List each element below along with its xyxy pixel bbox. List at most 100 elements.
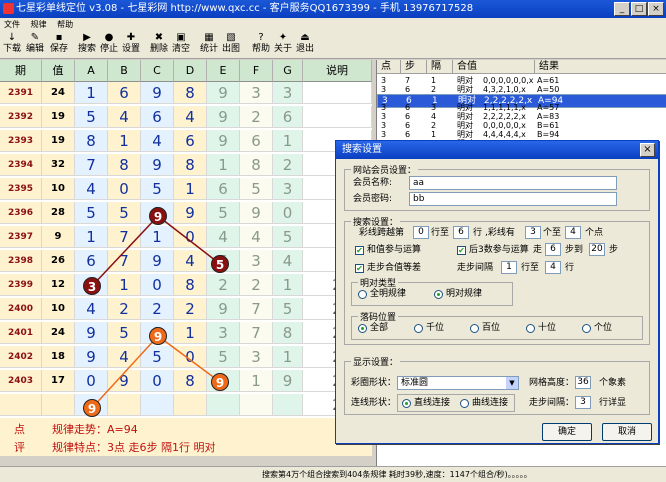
result-row[interactable]: 3 7 1 明对 0,0,0,0,0,0,x A=61 — [377, 76, 666, 85]
point-from-spin[interactable]: 3 — [525, 226, 541, 239]
pattern-summary: 点 规律走势：A=94 评 规律特点：3点 走6步 隔1行 明对 — [0, 418, 372, 456]
step-interval-spin[interactable]: 3 — [575, 396, 591, 409]
trend-label: 点 — [14, 423, 25, 436]
save-icon: ▪ — [55, 32, 63, 43]
exit-button[interactable]: ⏏ 退出 — [294, 32, 316, 58]
minimize-button[interactable]: _ — [614, 2, 630, 16]
result-row[interactable]: 3 6 3 明对 1,1,1,1,1,x A=57 — [377, 103, 666, 112]
delete-button[interactable]: ✖ 删除 — [148, 32, 170, 58]
chevron-down-icon: ▼ — [506, 377, 518, 389]
dialog-close-button[interactable]: × — [640, 143, 655, 157]
pos-hundred-radio[interactable] — [470, 324, 479, 333]
download-button[interactable]: ↓ 下载 — [2, 32, 22, 58]
result-step: 6 — [405, 130, 411, 139]
equal-diff-checkbox[interactable]: ✔ — [355, 264, 364, 273]
result-row[interactable]: 3 6 2 明对 4,3,2,1,0,x A=50 — [377, 85, 666, 94]
cancel-button[interactable]: 取消 — [602, 423, 652, 441]
interval-from-spin[interactable]: 1 — [501, 261, 517, 274]
result-value: A=61 — [537, 76, 560, 85]
result-type: 明对 — [457, 121, 473, 130]
menu-bar: 文件 规律 帮助 — [0, 18, 666, 31]
search-group: 搜索设置： 彩线跨越第 0 行至 6 行 ,彩线有 3 个至 4 个点 ✔ 和值… — [344, 215, 650, 345]
pos-thousand-radio[interactable] — [414, 324, 423, 333]
result-step: 6 — [405, 85, 411, 94]
position-group: 落码位置 全部 千位 百位 十位 个位 — [351, 310, 643, 340]
result-gap: 1 — [431, 130, 437, 139]
result-type: 明对 — [457, 103, 473, 112]
trend-text: 规律走势：A=94 — [52, 423, 138, 436]
result-sum: 1,1,1,1,1,x — [483, 103, 526, 112]
grid-height-spin[interactable]: 36 — [575, 376, 591, 389]
result-type: 明对 — [457, 112, 473, 121]
col-gap[interactable]: 隔 — [427, 60, 453, 74]
stop-button[interactable]: ● 停止 — [98, 32, 120, 58]
result-point: 3 — [381, 130, 387, 139]
result-sum: 4,3,2,1,0,x — [483, 85, 526, 94]
maximize-button[interactable]: □ — [631, 2, 647, 16]
delete-icon: ✖ — [154, 32, 164, 43]
result-sum: 4,4,4,4,4,x — [483, 130, 526, 139]
close-button[interactable]: × — [648, 2, 664, 16]
result-sum: 0,0,0,0,0,x — [483, 121, 526, 130]
trend-circle-orange: 9 — [211, 373, 229, 391]
edit-button[interactable]: ✎ 编辑 — [24, 32, 46, 58]
feature-label: 评 — [14, 441, 25, 454]
col-step[interactable]: 步 — [401, 60, 427, 74]
row-from-spin[interactable]: 0 — [413, 226, 429, 239]
stats-button[interactable]: ▦ 统计 — [198, 32, 220, 58]
point-to-spin[interactable]: 4 — [565, 226, 581, 239]
all-rules-radio[interactable] — [358, 290, 367, 299]
ok-button[interactable]: 确定 — [542, 423, 592, 441]
clear-button[interactable]: ▣ 清空 — [170, 32, 192, 58]
result-value: A=83 — [537, 112, 560, 121]
about-icon: ✦ — [278, 32, 288, 43]
menu-rules[interactable]: 规律 — [27, 20, 51, 29]
result-type: 明对 — [457, 130, 473, 139]
line-straight-radio[interactable] — [402, 399, 411, 408]
col-point[interactable]: 点 — [377, 60, 401, 74]
result-gap: 2 — [431, 121, 437, 130]
result-type: 明对 — [457, 85, 473, 94]
result-row[interactable]: 3 6 1 明对 4,4,4,4,4,x B=94 — [377, 130, 666, 139]
pair-rules-radio[interactable] — [434, 290, 443, 299]
chart-button[interactable]: ▧ 出图 — [220, 32, 242, 58]
result-point: 3 — [381, 121, 387, 130]
row-to-spin[interactable]: 6 — [453, 226, 469, 239]
member-group: 网站会员设置： 会员名称: aa 会员密码: bb — [344, 163, 650, 211]
circle-shape-select[interactable]: 标准圆 ▼ — [397, 376, 519, 390]
sum-checkbox[interactable]: ✔ — [355, 246, 364, 255]
interval-to-spin[interactable]: 4 — [545, 261, 561, 274]
about-button[interactable]: ✦ 关于 — [272, 32, 294, 58]
result-row[interactable]: 3 6 2 明对 0,0,0,0,0,x B=61 — [377, 121, 666, 130]
trend-circle-dark: 9 — [149, 207, 167, 225]
dialog-title: 搜索设置 — [336, 141, 658, 159]
line-curve-radio[interactable] — [460, 399, 469, 408]
stats-icon: ▦ — [204, 32, 214, 43]
walk-to-spin[interactable]: 20 — [589, 243, 605, 256]
member-password-input[interactable]: bb — [409, 192, 617, 206]
result-type: 明对 — [457, 76, 473, 85]
settings-button[interactable]: ✚ 设置 — [120, 32, 142, 58]
menu-file[interactable]: 文件 — [0, 20, 24, 29]
help-button[interactable]: ? 帮助 — [250, 32, 272, 58]
col-result[interactable]: 结果 — [535, 60, 666, 74]
last3-checkbox[interactable]: ✔ — [457, 246, 466, 255]
draw-grid[interactable]: 期 值 A B C D E F G 说明 2391 24 1 6 9 8 9 3 3 2392 19… — [0, 60, 372, 456]
save-button[interactable]: ▪ 保存 — [48, 32, 70, 58]
pos-all-radio[interactable] — [358, 324, 367, 333]
search-button[interactable]: ▶ 搜索 — [76, 32, 98, 58]
trend-lines — [91, 215, 221, 409]
member-name-input[interactable]: aa — [409, 176, 617, 190]
feature-text: 规律特点：3点 走6步 隔1行 明对 — [52, 441, 216, 454]
title-bar: 七星彩单线定位 v3.08 - 七星彩网 http://www.qxc.cc -… — [0, 0, 666, 18]
line-shape-group: 直线连接 曲线连接 — [397, 394, 515, 412]
walk-from-spin[interactable]: 6 — [545, 243, 561, 256]
result-value: A=50 — [537, 85, 560, 94]
result-row[interactable]: 3 6 4 明对 2,2,2,2,2,x A=83 — [377, 112, 666, 121]
menu-help[interactable]: 帮助 — [53, 20, 77, 29]
pos-ten-radio[interactable] — [526, 324, 535, 333]
col-sum[interactable]: 合值 — [453, 60, 535, 74]
play-icon: ▶ — [83, 32, 91, 43]
clear-icon: ▣ — [176, 32, 186, 43]
pos-unit-radio[interactable] — [582, 324, 591, 333]
